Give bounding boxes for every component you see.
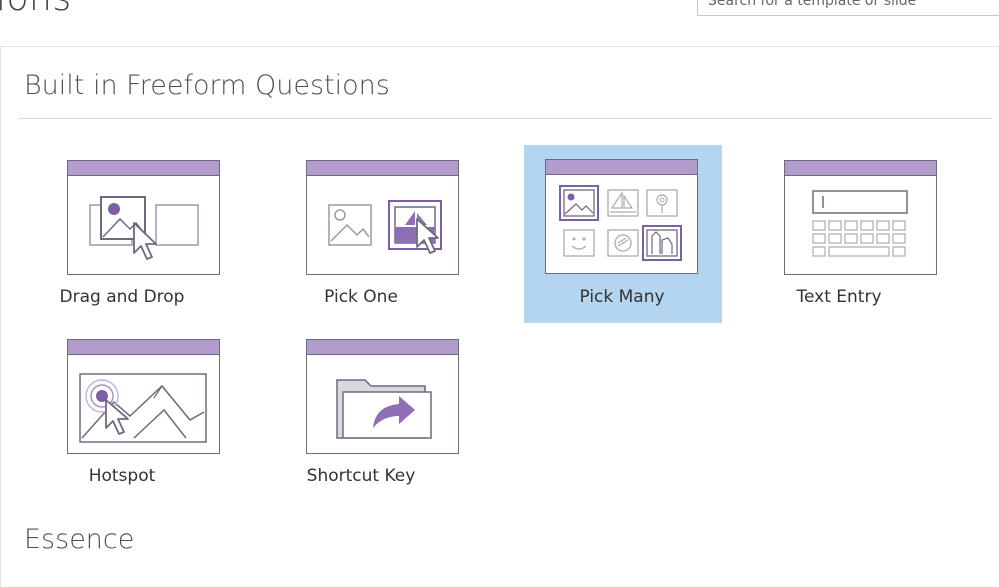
text-entry-icon xyxy=(812,190,908,257)
template-label: Text Entry xyxy=(796,287,882,307)
template-label: Shortcut Key xyxy=(306,466,416,486)
hotspot-thumbnail xyxy=(67,339,220,454)
template-drag-and-drop[interactable]: Drag and Drop xyxy=(24,145,222,323)
template-text-entry[interactable]: Text Entry xyxy=(741,145,939,323)
template-label: Hotspot xyxy=(88,466,156,486)
section-title-essence: Essence xyxy=(24,524,135,555)
template-pick-many[interactable]: Pick Many xyxy=(524,145,722,323)
template-label: Pick Many xyxy=(579,287,665,307)
shortcut-folder-icon xyxy=(336,379,432,439)
template-label: Pick One xyxy=(324,287,398,307)
hotspot-icon xyxy=(79,373,207,443)
text-entry-thumbnail xyxy=(784,160,937,275)
section-divider xyxy=(18,118,991,119)
template-label: Drag and Drop xyxy=(59,287,185,307)
page-title: ions xyxy=(0,0,72,19)
shortcut-key-thumbnail xyxy=(306,339,459,454)
search-input[interactable] xyxy=(697,0,999,16)
template-shortcut-key[interactable]: Shortcut Key xyxy=(263,324,461,502)
template-pick-one[interactable]: Pick One xyxy=(263,145,461,323)
pick-many-thumbnail xyxy=(545,159,698,274)
pick-many-icon xyxy=(559,185,682,261)
pick-one-icon xyxy=(328,200,442,254)
drag-and-drop-thumbnail xyxy=(67,160,220,275)
template-hotspot[interactable]: Hotspot xyxy=(24,324,222,502)
pick-one-thumbnail xyxy=(306,160,459,275)
drag-and-drop-icon xyxy=(89,196,199,260)
section-title-freeform: Built in Freeform Questions xyxy=(24,70,390,101)
